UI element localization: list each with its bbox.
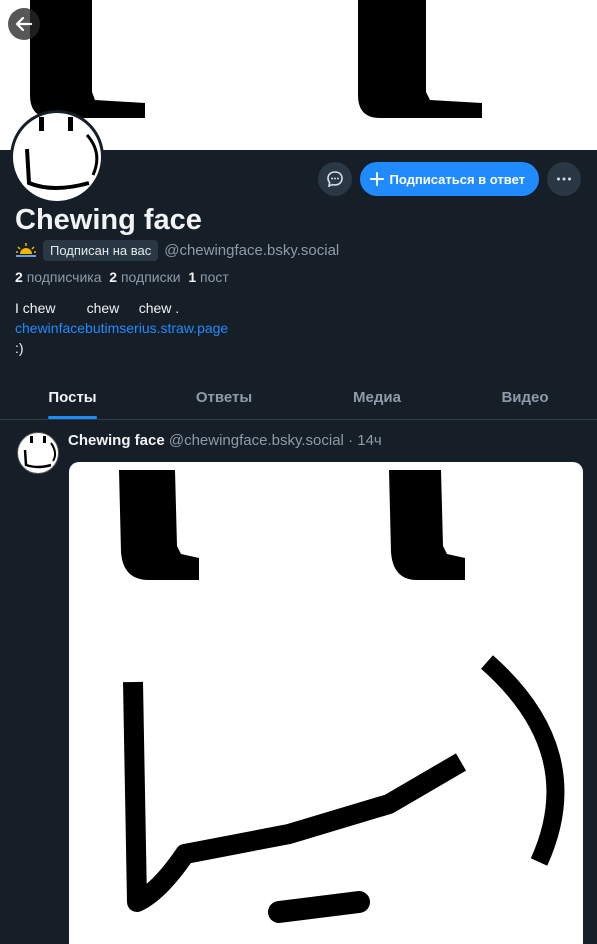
tab-video[interactable]: Видео <box>475 374 575 420</box>
following-count: 2 <box>109 269 118 285</box>
ellipsis-icon <box>557 177 571 181</box>
active-tab-indicator <box>48 416 97 419</box>
followers-label: подписчика <box>26 269 102 285</box>
display-name: Chewing face <box>15 204 202 236</box>
post-time[interactable]: 14ч <box>357 432 382 449</box>
followers-count: 2 <box>15 269 23 285</box>
post-image-content <box>119 470 565 923</box>
follow-back-label: Подписаться в ответ <box>389 171 525 187</box>
bio-link[interactable]: chewinfacebutimserius.straw.page <box>15 320 228 336</box>
following-stat[interactable]: 2 подписки <box>109 269 180 285</box>
post-author-name[interactable]: Chewing face <box>68 432 165 449</box>
message-button[interactable] <box>317 162 352 196</box>
follows-you-badge: Подписан на вас <box>43 239 159 261</box>
bio-line: :) <box>15 340 24 356</box>
tab-media[interactable]: Медиа <box>327 374 427 420</box>
post-author-avatar[interactable] <box>17 432 59 474</box>
chat-bubble-icon <box>326 171 343 188</box>
follow-back-button[interactable]: Подписаться в ответ <box>359 162 539 196</box>
post-author-handle[interactable]: @chewingface.bsky.social <box>169 432 344 449</box>
profile-stats: 2 подписчика 2 подписки 1 пост <box>15 269 229 285</box>
plus-icon <box>369 172 384 186</box>
tab-replies[interactable]: Ответы <box>174 374 274 420</box>
profile-avatar[interactable] <box>10 110 104 204</box>
tab-posts[interactable]: Посты <box>24 374 121 420</box>
posts-count: 1 <box>188 269 197 285</box>
avatar-image <box>25 117 99 190</box>
bio-line: I chew chew chew . <box>15 300 180 316</box>
sunrise-emoji-icon <box>16 243 36 257</box>
arrow-left-icon <box>15 16 33 32</box>
post-header: Chewing face @chewingface.bsky.social · … <box>68 432 382 449</box>
post-separator: · <box>348 432 354 449</box>
following-label: подписки <box>120 269 181 285</box>
profile-handle[interactable]: @chewingface.bsky.social <box>164 242 339 259</box>
profile-actions: Подписаться в ответ <box>317 162 581 196</box>
followers-stat[interactable]: 2 подписчика <box>15 269 102 285</box>
profile-bio: I chew chew chew . chewinfacebutimserius.… <box>15 298 228 358</box>
profile-meta-row: Подписан на вас @chewingface.bsky.social <box>15 238 339 262</box>
more-options-button[interactable] <box>547 162 581 196</box>
posts-stat: 1 пост <box>188 269 228 285</box>
post-image[interactable] <box>69 462 583 944</box>
back-button[interactable] <box>8 8 40 40</box>
avatar-image <box>23 436 57 469</box>
profile-tabs: Посты Ответы Медиа Видео <box>0 374 597 420</box>
posts-label: пост <box>200 269 229 285</box>
